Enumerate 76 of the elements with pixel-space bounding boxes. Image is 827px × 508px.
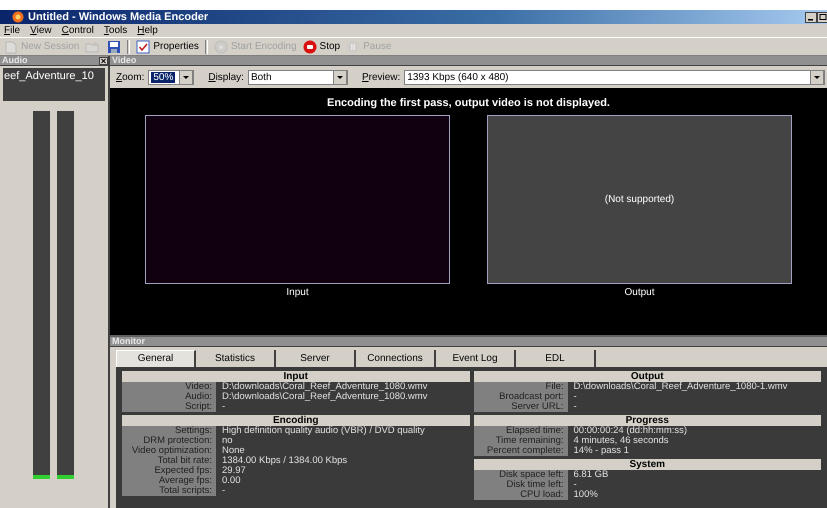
field-value: 00:00:00:24 (dd:hh:mm:ss) — [572, 426, 688, 436]
field-value: - — [221, 486, 226, 496]
section-header: System — [474, 459, 821, 470]
app-icon — [12, 11, 24, 23]
preview-note: (Not supported) — [604, 194, 674, 205]
menu-item[interactable]: Tools — [104, 25, 128, 36]
menu-item[interactable]: View — [30, 25, 52, 36]
field-label: Audio: — [122, 392, 216, 402]
zoom-label: Zoom: — [116, 72, 144, 82]
section-header: Output — [474, 371, 821, 382]
field-label: Video: — [122, 382, 216, 392]
preview-label: Preview: — [362, 72, 400, 82]
field-label: Script: — [122, 402, 216, 412]
field-label: Broadcast port: — [474, 392, 568, 402]
stop-icon — [302, 40, 317, 54]
display-label: Display: — [208, 72, 244, 82]
close-icon[interactable] — [99, 56, 108, 64]
toolbar-button[interactable]: Stop — [302, 40, 340, 54]
panel-title: Video — [112, 56, 136, 65]
field-label: CPU load: — [474, 490, 568, 500]
section-header: Encoding — [122, 415, 470, 426]
field-value: D:\downloads\Coral_Reef_Adventure_1080.wmv — [221, 392, 428, 402]
field-label: Total scripts: — [122, 486, 216, 496]
menu-item[interactable]: Help — [137, 25, 158, 36]
pause-icon — [346, 40, 360, 54]
preview-label: Input — [286, 287, 309, 298]
field-value: - — [572, 392, 578, 402]
field-value: 0.00 — [221, 476, 242, 486]
field-label: Average fps: — [122, 476, 216, 486]
field-value: D:\downloads\Coral_Reef_Adventure_1080.wmv — [221, 382, 428, 392]
field-value: D:\downloads\Coral_Reef_Adventure_1080-1.wmv — [572, 382, 788, 392]
field-label: Elapsed time: — [474, 426, 568, 436]
field-value: High definition quality audio (VBR) / DVD quality — [221, 426, 426, 436]
field-value: no — [221, 436, 234, 446]
menu-item[interactable]: Control — [62, 25, 94, 36]
field-value: None — [221, 446, 246, 456]
field-label: File: — [474, 382, 568, 392]
save-icon[interactable] — [107, 40, 122, 54]
field-value: 29.97 — [221, 466, 247, 476]
status-message: Encoding the first pass, output video is not displayed. — [327, 97, 610, 109]
field-value: 6.81 GB — [572, 470, 610, 480]
field-label: Disk space left: — [474, 470, 568, 480]
disc-icon — [214, 40, 228, 54]
field-label: Server URL: — [474, 402, 568, 412]
field-label: Expected fps: — [122, 466, 216, 476]
minimize-icon[interactable] — [805, 12, 817, 22]
zoom-dropdown[interactable]: 50% — [148, 70, 194, 84]
field-label: Disk time left: — [474, 480, 568, 490]
field-value: 100% — [572, 490, 599, 500]
document-icon — [4, 40, 18, 54]
audio-source-field[interactable]: eef_Adventure_10 — [3, 68, 105, 101]
menu-item[interactable]: File — [4, 25, 20, 36]
field-value: - — [572, 480, 578, 490]
tab[interactable]: General — [116, 350, 196, 367]
section-header: Progress — [474, 415, 821, 426]
section-header: Input — [122, 371, 470, 382]
field-label: DRM protection: — [122, 436, 216, 446]
field-value: 4 minutes, 46 seconds — [572, 436, 670, 446]
preview-dropdown[interactable]: 1393 Kbps (640 x 480) — [404, 70, 825, 84]
field-value: - — [221, 402, 226, 412]
field-label: Time remaining: — [474, 436, 568, 446]
field-label: Settings: — [122, 426, 216, 436]
field-label: Percent complete: — [474, 446, 568, 456]
toolbar-button[interactable]: Properties — [136, 40, 199, 54]
field-value: 14% - pass 1 — [572, 446, 630, 456]
maximize-icon[interactable] — [817, 12, 827, 22]
display-dropdown[interactable]: Both — [248, 70, 348, 84]
field-label: Video optimization: — [122, 446, 216, 456]
field-value: - — [572, 402, 578, 412]
window-title: Untitled - Windows Media Encoder — [28, 11, 210, 23]
panel-title: Monitor — [112, 337, 145, 346]
preview-label: Output — [624, 287, 655, 298]
field-value: 1384.00 Kbps / 1384.00 Kbps — [221, 456, 348, 466]
checkbox-icon — [136, 40, 150, 54]
field-label: Total bit rate: — [122, 456, 216, 466]
panel-title: Audio — [2, 56, 28, 65]
